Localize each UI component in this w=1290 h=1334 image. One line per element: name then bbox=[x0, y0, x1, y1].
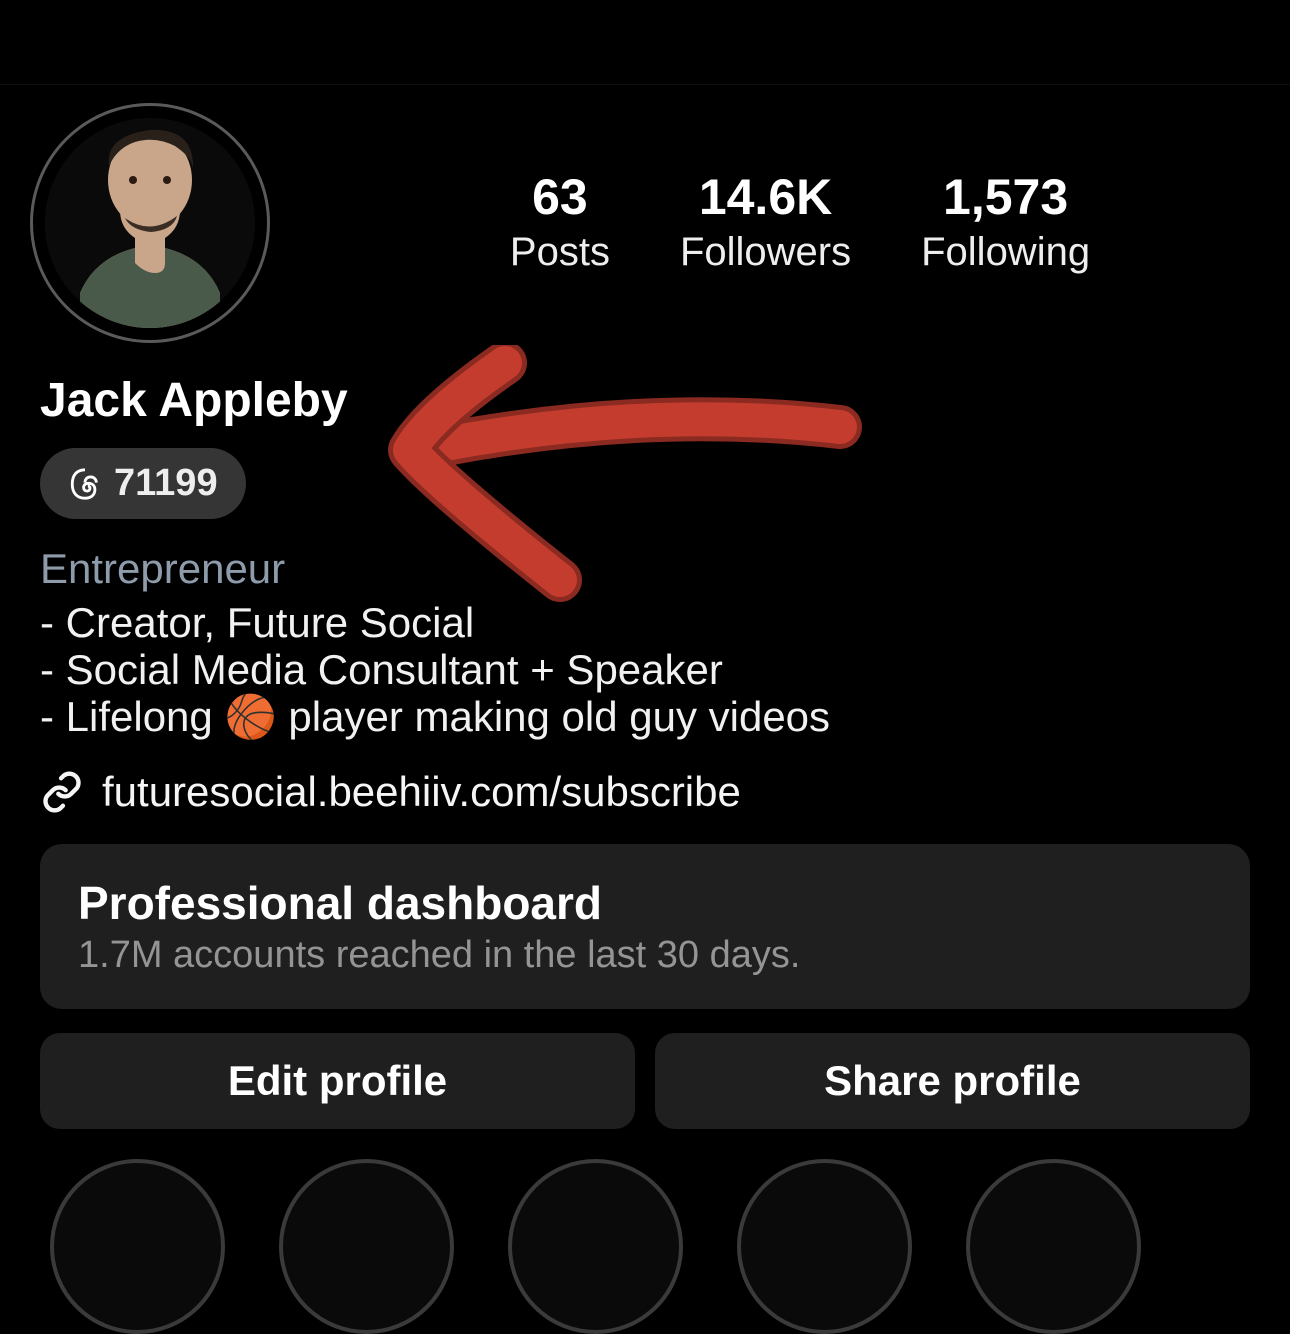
stat-value: 1,573 bbox=[921, 172, 1090, 222]
display-name: Jack Appleby bbox=[40, 373, 1250, 428]
stat-label: Following bbox=[921, 230, 1090, 275]
story-highlight[interactable] bbox=[737, 1159, 912, 1334]
top-bar bbox=[0, 0, 1290, 85]
stat-label: Followers bbox=[680, 230, 851, 275]
avatar-image bbox=[45, 118, 255, 328]
professional-dashboard-card[interactable]: Professional dashboard 1.7M accounts rea… bbox=[40, 844, 1250, 1009]
story-highlight[interactable] bbox=[966, 1159, 1141, 1334]
dashboard-title: Professional dashboard bbox=[78, 876, 1212, 930]
stat-value: 14.6K bbox=[680, 172, 851, 222]
bio-line: - Creator, Future Social bbox=[40, 599, 1250, 646]
dashboard-subtitle: 1.7M accounts reached in the last 30 day… bbox=[78, 934, 1212, 977]
bio-line: - Lifelong 🏀 player making old guy video… bbox=[40, 693, 1250, 740]
story-highlights-row bbox=[0, 1129, 1290, 1334]
bio-section: Entrepreneur - Creator, Future Social - … bbox=[0, 519, 1290, 740]
stat-followers[interactable]: 14.6K Followers bbox=[680, 172, 851, 275]
story-highlight[interactable] bbox=[50, 1159, 225, 1334]
profile-category: Entrepreneur bbox=[40, 545, 1250, 593]
stat-following[interactable]: 1,573 Following bbox=[921, 172, 1090, 275]
threads-icon bbox=[68, 467, 102, 501]
avatar-story-ring[interactable] bbox=[30, 103, 270, 343]
story-highlight[interactable] bbox=[279, 1159, 454, 1334]
stats-row: 63 Posts 14.6K Followers 1,573 Following bbox=[350, 172, 1250, 275]
edit-profile-button[interactable]: Edit profile bbox=[40, 1033, 635, 1129]
share-profile-button[interactable]: Share profile bbox=[655, 1033, 1250, 1129]
stat-label: Posts bbox=[510, 230, 610, 275]
bio-link[interactable]: futuresocial.beehiiv.com/subscribe bbox=[0, 740, 1290, 816]
threads-badge[interactable]: 71199 bbox=[40, 448, 246, 519]
stat-value: 63 bbox=[510, 172, 610, 222]
bio-line: - Social Media Consultant + Speaker bbox=[40, 646, 1250, 693]
profile-header: 63 Posts 14.6K Followers 1,573 Following bbox=[0, 85, 1290, 343]
stat-posts[interactable]: 63 Posts bbox=[510, 172, 610, 275]
story-highlight[interactable] bbox=[508, 1159, 683, 1334]
link-text: futuresocial.beehiiv.com/subscribe bbox=[102, 768, 741, 816]
threads-count: 71199 bbox=[114, 462, 218, 505]
link-icon bbox=[40, 770, 84, 814]
name-section: Jack Appleby 71199 bbox=[0, 343, 1290, 519]
action-row: Edit profile Share profile bbox=[40, 1033, 1250, 1129]
avatar bbox=[45, 118, 255, 328]
